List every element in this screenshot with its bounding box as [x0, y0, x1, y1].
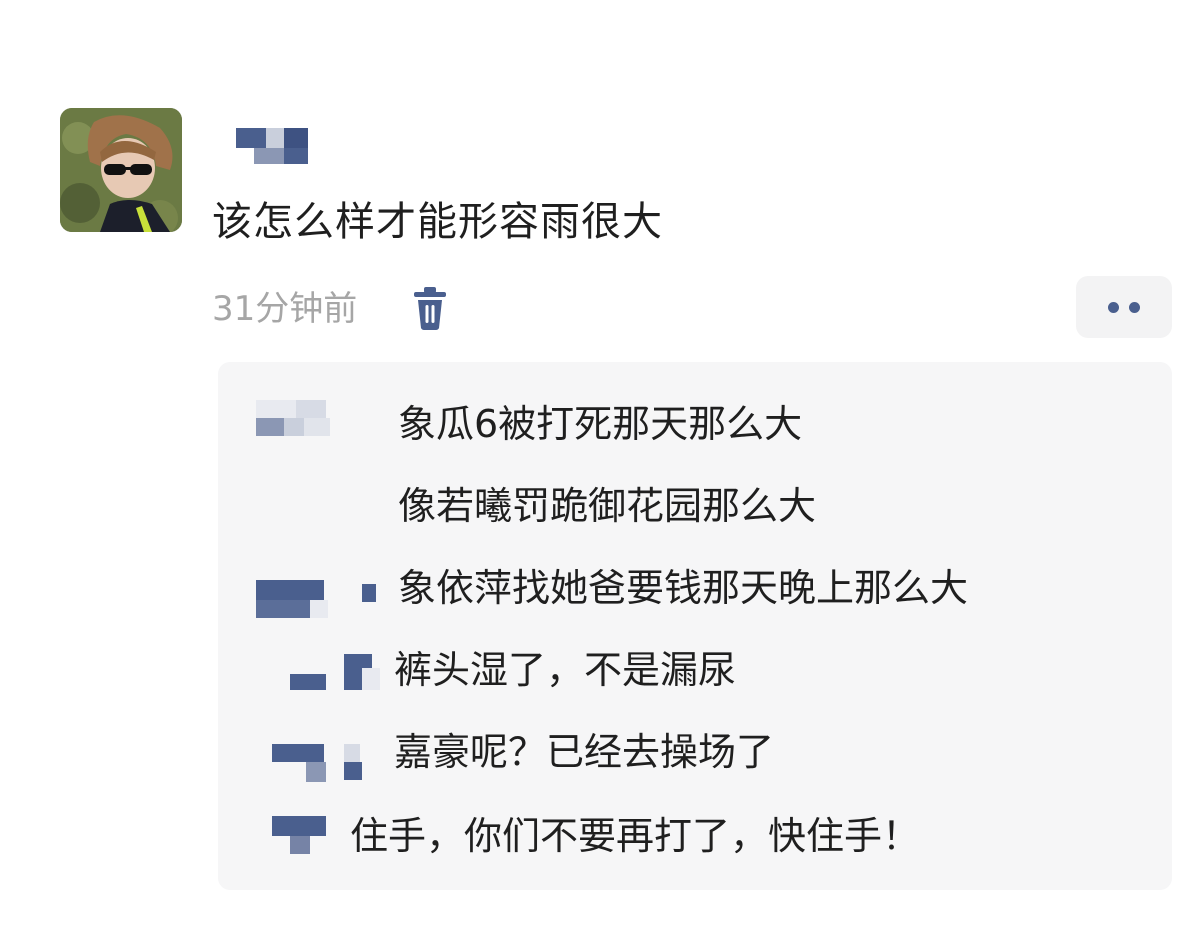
commenter-mosaic	[256, 580, 386, 620]
commenter-mosaic	[290, 654, 382, 692]
comment-text[interactable]: 象瓜6被打死那天那么大	[398, 396, 802, 452]
trash-icon[interactable]	[410, 286, 450, 332]
commenter-mosaic	[272, 816, 332, 856]
more-button[interactable]	[1076, 276, 1172, 338]
commenter-mosaic	[256, 400, 332, 438]
comment-text[interactable]: 裤头湿了，不是漏尿	[394, 642, 736, 698]
comment-text[interactable]: 住手，你们不要再打了，快住手！	[350, 808, 920, 864]
more-dots-icon	[1129, 301, 1140, 313]
comment-thread: 该怎么样才能形容雨很大 31分钟前 象瓜6被打死那天那么大 像若曦罚跪御花园那么…	[0, 0, 1199, 932]
comment-text[interactable]: 嘉豪呢？已经去操场了	[394, 724, 774, 780]
comment-text[interactable]: 象依萍找她爸要钱那天晚上那么大	[398, 560, 968, 616]
comment-text[interactable]: 像若曦罚跪御花园那么大	[398, 478, 816, 534]
more-dots-icon	[1108, 301, 1119, 313]
post-text: 该怎么样才能形容雨很大	[212, 199, 663, 245]
username-mosaic	[236, 128, 310, 166]
avatar[interactable]	[60, 108, 182, 232]
avatar-image	[60, 108, 182, 232]
commenter-mosaic	[272, 744, 382, 782]
post-time: 31分钟前	[212, 289, 358, 329]
